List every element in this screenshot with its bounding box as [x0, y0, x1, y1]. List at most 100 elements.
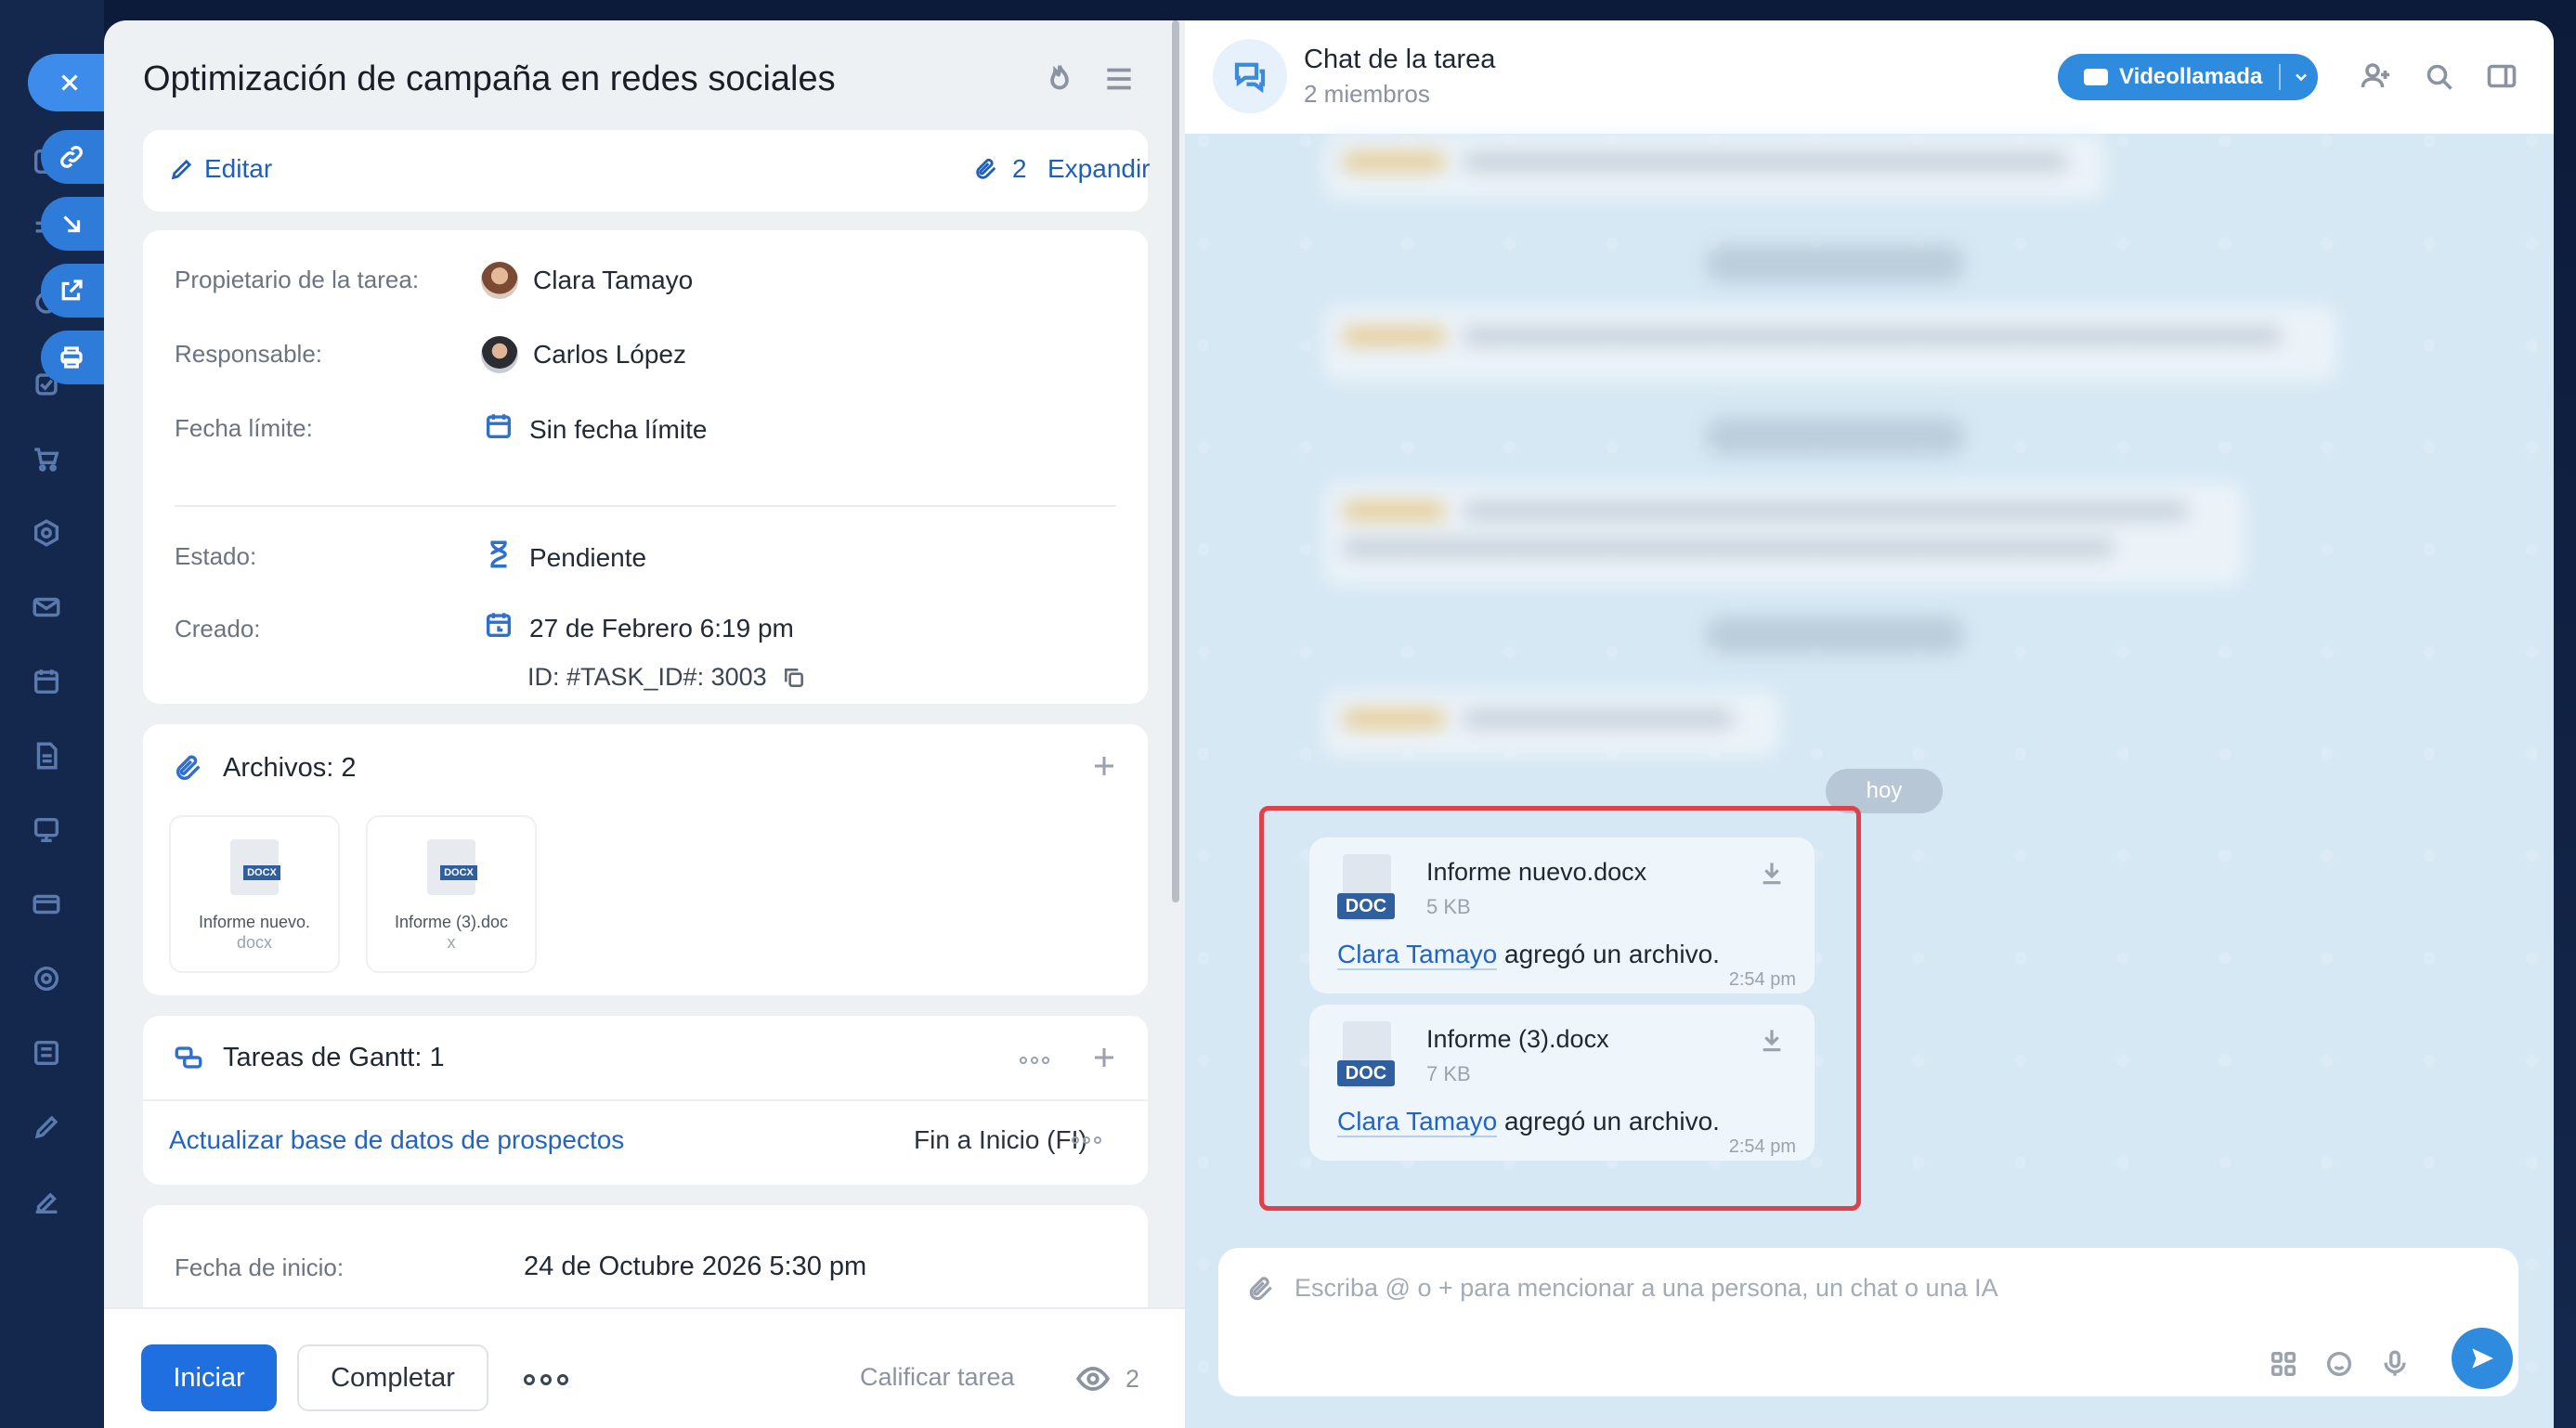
chevron-down-icon[interactable] [2292, 68, 2310, 86]
status-text: Pendiente [529, 542, 647, 572]
apps-icon[interactable] [2268, 1348, 2301, 1382]
complete-button[interactable]: Completar [297, 1344, 488, 1411]
attach-icon[interactable] [1246, 1274, 1276, 1304]
docx-file-icon: DOCX [427, 839, 477, 895]
hexagon-icon[interactable] [28, 514, 65, 552]
print-button[interactable] [41, 331, 110, 384]
gantt-icon [175, 1046, 202, 1069]
chat-panel: Chat de la tarea 2 miembros Videollamada [1185, 20, 2554, 1428]
expand-link[interactable]: Expandir [1047, 154, 1151, 184]
status-value: Pendiente [483, 539, 646, 577]
blurred-author [1343, 327, 1445, 345]
emoji-icon[interactable] [2323, 1348, 2357, 1382]
printer-icon [60, 346, 83, 369]
rate-task-link[interactable]: Calificar tarea [860, 1363, 1015, 1392]
files-card: Archivos: 2 DOCX Informe nuevo. docx DOC… [143, 724, 1148, 995]
chat-members[interactable]: 2 miembros [1304, 80, 1430, 109]
copy-link-button[interactable] [41, 130, 110, 184]
blurred-date [1705, 418, 1965, 455]
blurred-text [1464, 709, 1733, 728]
created-value: 27 de Febrero 6:19 pm [483, 609, 794, 647]
paperclip-icon [176, 755, 201, 781]
checklist-icon[interactable] [28, 1034, 65, 1071]
calendar-clock-icon [483, 609, 514, 647]
message-composer[interactable]: Escriba @ o + para mencionar a una perso… [1218, 1248, 2518, 1396]
file-tile[interactable]: DOCX Informe (3).doc x [366, 815, 537, 973]
gantt-card: Tareas de Gantt: 1 Actualizar base de da… [143, 1016, 1148, 1185]
flame-icon[interactable] [1042, 61, 1079, 98]
card-icon[interactable] [28, 886, 65, 923]
file-tile[interactable]: DOCX Informe nuevo. docx [169, 815, 340, 973]
mail-icon[interactable] [28, 589, 65, 626]
add-user-icon[interactable] [2359, 59, 2396, 97]
edit-button[interactable]: Editar [169, 154, 272, 184]
gantt-title: Tareas de Gantt: 1 [173, 1042, 445, 1073]
gantt-task-link[interactable]: Actualizar base de datos de prospectos [169, 1125, 624, 1155]
more-actions-icon[interactable] [524, 1374, 568, 1385]
send-button[interactable] [2452, 1328, 2513, 1389]
document-icon[interactable] [28, 737, 65, 774]
microphone-icon[interactable] [2379, 1348, 2413, 1382]
task-title[interactable]: Optimización de campaña en redes sociale… [143, 59, 1144, 99]
blurred-text [1343, 539, 2114, 557]
blurred-date [1705, 245, 1965, 282]
blurred-text [1464, 327, 2281, 345]
chat-header: Chat de la tarea 2 miembros Videollamada [1185, 20, 2554, 134]
file-name-line: Informe (3).doc [394, 913, 509, 931]
assignee-value[interactable]: Carlos López [481, 336, 686, 373]
owner-label: Propietario de la tarea: [175, 266, 420, 293]
task-id-text: ID: #TASK_ID#: 3003 [527, 663, 767, 691]
task-footer: Iniciar Completar Calificar tarea 2 [104, 1307, 1185, 1428]
viewers-count[interactable]: 2 [1075, 1361, 1139, 1396]
sign-icon[interactable] [28, 1109, 65, 1146]
files-title-text: Archivos: 2 [223, 752, 357, 783]
target-icon[interactable] [28, 960, 65, 997]
calendar-icon[interactable] [28, 663, 65, 700]
gantt-row-more-icon[interactable] [1072, 1136, 1101, 1144]
blurred-author [1343, 501, 1445, 520]
video-call-label: Videollamada [2119, 64, 2263, 89]
gantt-dependency-type: Fin a Inicio (FI) [914, 1125, 1087, 1154]
files-title: Archivos: 2 [173, 752, 356, 784]
send-icon [2472, 1348, 2493, 1369]
start-button[interactable]: Iniciar [141, 1344, 277, 1411]
add-gantt-icon[interactable] [1090, 1044, 1118, 1071]
task-panel: Optimización de campaña en redes sociale… [104, 20, 1185, 1428]
edit-card: Editar 2 Expandir [143, 130, 1151, 212]
add-file-icon[interactable] [1090, 752, 1118, 780]
open-new-window-button[interactable] [41, 264, 110, 318]
pen-icon[interactable] [28, 1183, 65, 1220]
file-name: Informe (3).doc x [368, 912, 535, 953]
gantt-divider [143, 1099, 1148, 1101]
cart-icon[interactable] [28, 440, 65, 477]
chat-avatar [1213, 39, 1287, 113]
eye-icon [1075, 1367, 1111, 1391]
task-scrollbar[interactable] [1172, 20, 1179, 902]
gantt-more-icon[interactable] [1020, 1057, 1049, 1064]
panel-toggle-icon[interactable] [2485, 59, 2522, 97]
blurred-text [1464, 152, 2067, 171]
gantt-title-text: Tareas de Gantt: 1 [223, 1042, 445, 1072]
start-date-value[interactable]: 24 de Octubre 2026 5:30 pm [524, 1252, 866, 1282]
copy-icon[interactable] [782, 666, 806, 690]
board-icon[interactable] [28, 811, 65, 849]
assignee-label: Responsable: [175, 340, 322, 368]
close-slider-button[interactable] [28, 54, 110, 111]
deadline-value[interactable]: Sin fecha límite [483, 410, 707, 448]
search-icon[interactable] [2422, 59, 2459, 97]
created-label: Creado: [175, 615, 261, 643]
menu-icon[interactable] [1101, 61, 1138, 98]
video-call-button[interactable]: Videollamada [2058, 54, 2318, 100]
pencil-icon [171, 159, 192, 180]
link-icon [60, 146, 83, 168]
minimize-button[interactable] [41, 197, 110, 251]
assignee-avatar [481, 336, 518, 373]
task-header: Optimización de campaña en redes sociale… [104, 20, 1185, 143]
owner-value[interactable]: Clara Tamayo [481, 262, 693, 299]
attachments-count[interactable]: 2 [973, 154, 1027, 184]
blurred-text [1464, 501, 2188, 520]
message-input-placeholder[interactable]: Escriba @ o + para mencionar a una perso… [1295, 1274, 1998, 1303]
start-date-label: Fecha de inicio: [175, 1253, 345, 1281]
deadline-text: Sin fecha límite [529, 414, 708, 444]
file-name-ext: docx [236, 933, 273, 952]
